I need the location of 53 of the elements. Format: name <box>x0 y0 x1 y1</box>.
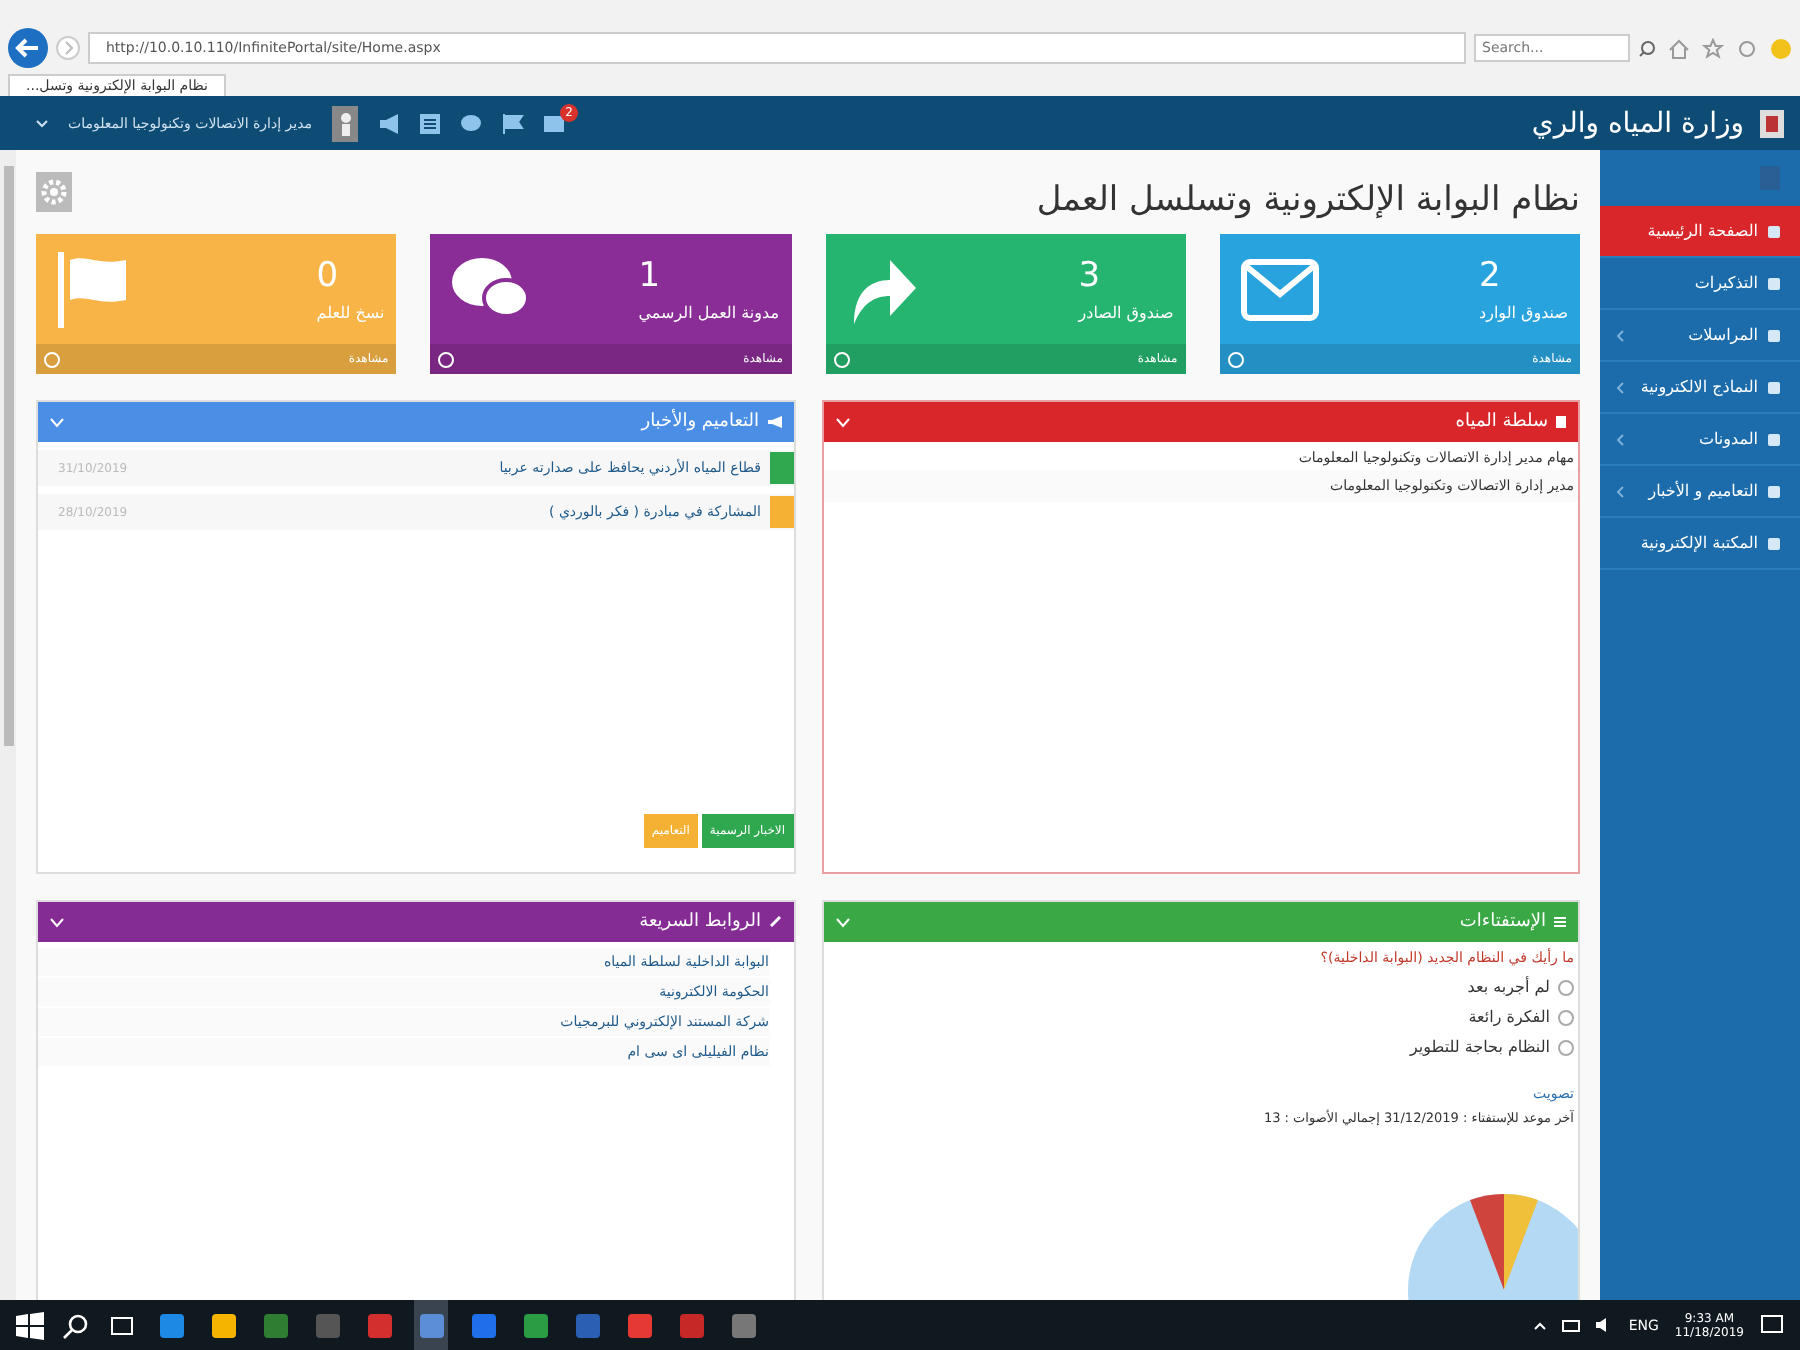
panel-header[interactable]: التعاميم والأخبار <box>38 402 793 442</box>
envelope-icon <box>1239 257 1320 321</box>
chevron-icon[interactable] <box>50 917 64 927</box>
radio-button[interactable] <box>1558 979 1574 995</box>
tile-label: صندوق الصادر <box>1078 304 1174 322</box>
windows-logo-icon[interactable] <box>16 1311 44 1339</box>
caret-icon[interactable] <box>36 119 48 127</box>
tile-label: مدونة العمل الرسمي <box>638 304 779 322</box>
sidebar-item[interactable]: المكتبة الإلكترونية <box>1600 518 1800 570</box>
option-label: الفكرة رائعة <box>1468 1008 1550 1026</box>
page-title: نظام البوابة الإلكترونية وتسلسل العمل <box>1036 180 1580 220</box>
tile-label: نسخ للعلم <box>316 304 385 322</box>
search-icon[interactable] <box>62 1311 90 1339</box>
star-icon[interactable] <box>1702 37 1724 59</box>
notification-icon[interactable] <box>1760 1313 1784 1337</box>
chevron-icon[interactable] <box>50 417 64 427</box>
tile-count: 0 <box>316 256 339 296</box>
chevron-icon[interactable] <box>835 417 849 427</box>
sidebar-item[interactable]: النماذج الالكترونية <box>1600 362 1800 414</box>
radio-button[interactable] <box>1558 1039 1574 1055</box>
chevron-up-icon[interactable] <box>1534 1321 1547 1329</box>
flag-icon[interactable] <box>502 113 525 133</box>
pencil-icon <box>769 916 781 928</box>
panel-title: الإستفتاءات <box>1459 912 1546 932</box>
sidebar-item[interactable]: التعاميم و الأخبار <box>1600 466 1800 518</box>
option-label: لم أجربه بعد <box>1467 978 1550 996</box>
panel-title: سلطة المياه <box>1455 412 1548 432</box>
tile-count: 1 <box>638 256 661 296</box>
panel-header[interactable]: الإستفتاءات <box>823 902 1578 942</box>
megaphone-icon <box>767 416 781 428</box>
tile-count: 2 <box>1479 256 1501 296</box>
tile-count: 3 <box>1078 256 1101 296</box>
sidebar-item[interactable]: التذكيرات <box>1600 258 1800 310</box>
list-icon[interactable] <box>420 113 441 133</box>
panel-header[interactable]: سلطة المياه <box>823 402 1578 442</box>
option-label: النظام بحاجة للتطوير <box>1409 1038 1550 1056</box>
list-icon <box>1554 916 1566 928</box>
sidebar-item[interactable]: المراسلات <box>1600 310 1800 362</box>
radio-button[interactable] <box>1558 1009 1574 1025</box>
task-view-icon[interactable] <box>108 1311 136 1339</box>
panel-header[interactable]: الروابط السريعة <box>38 902 793 942</box>
panel-title: التعاميم والأخبار <box>641 412 759 432</box>
sidebar-item[interactable]: المدونات <box>1600 414 1800 466</box>
panel-title: الروابط السريعة <box>639 912 761 932</box>
battery-icon[interactable] <box>1562 1319 1581 1331</box>
ministry-title: وزارة المياه والري <box>1531 107 1744 139</box>
tile-label: صندوق الوارد <box>1479 304 1568 322</box>
user-avatar-icon[interactable] <box>332 105 359 141</box>
flag-icon <box>56 251 128 327</box>
back-button[interactable] <box>8 28 48 68</box>
sidebar-item[interactable]: الصفحة الرئيسية <box>1600 206 1800 258</box>
megaphone-icon[interactable] <box>378 113 401 133</box>
emblem-icon <box>1760 109 1784 137</box>
